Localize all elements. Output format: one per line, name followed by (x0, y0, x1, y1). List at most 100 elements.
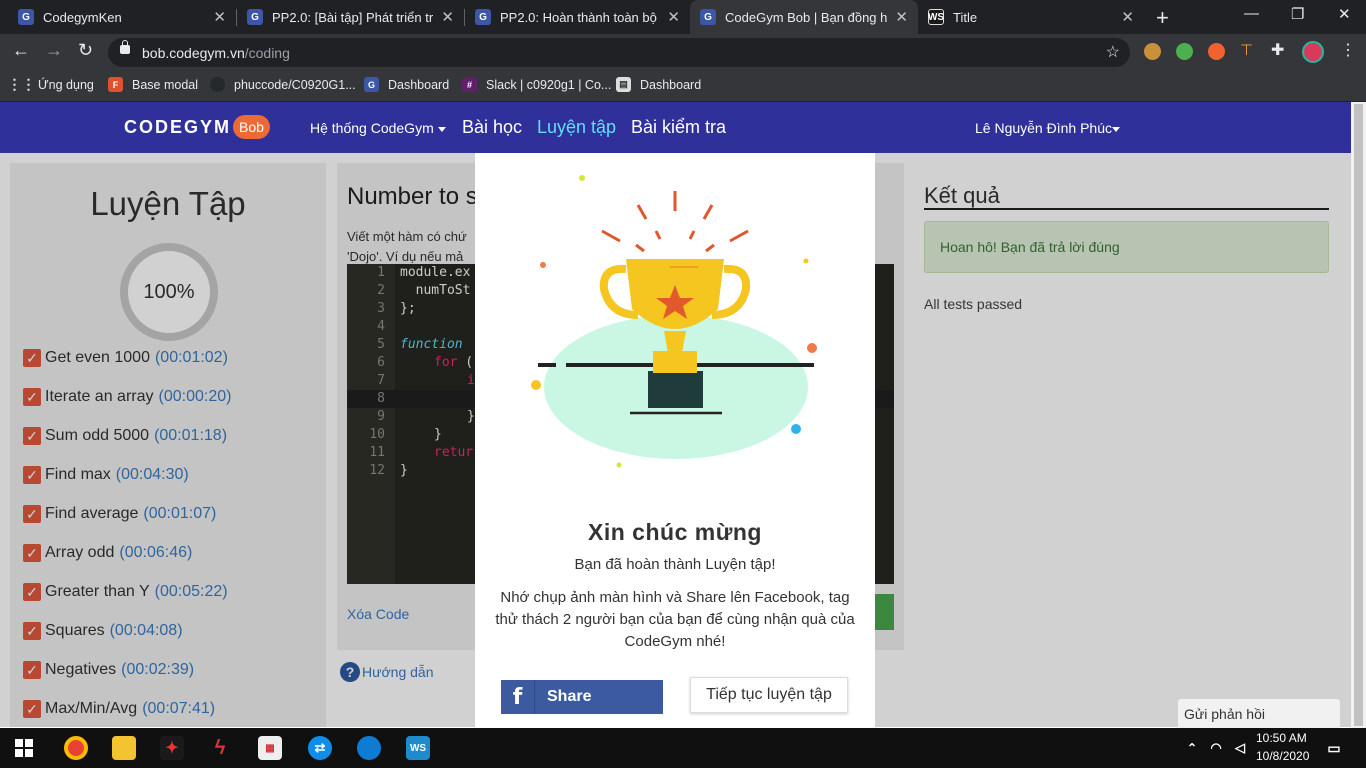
apps-grid-icon: ⋮⋮ (7, 76, 36, 92)
facebook-icon: f (501, 680, 535, 714)
codegym-favicon-icon: G (700, 9, 716, 25)
nav-codegym-system-dropdown[interactable]: Hệ thống CodeGym (310, 120, 446, 136)
close-tab-icon[interactable]: ✕ (1121, 8, 1134, 26)
tab-codegym-bob[interactable]: G CodeGym Bob | Bạn đồng hành ✕ (690, 0, 918, 34)
confetti-dot (803, 258, 809, 264)
tray-chevron-up-icon[interactable]: ⌃ (1180, 736, 1204, 760)
tab-pp20-hoan-thanh[interactable]: G PP2.0: Hoàn thành toàn bộ chư ✕ (465, 0, 690, 34)
sparkle-ray (635, 243, 645, 253)
color-extension-icon[interactable] (1176, 43, 1193, 60)
lightning-app-icon[interactable]: ϟ (208, 736, 232, 760)
garena-icon[interactable]: ✦ (160, 736, 184, 760)
modal-title: Xin chúc mừng (588, 519, 762, 545)
restore-icon[interactable]: ❐ (1291, 5, 1304, 23)
url-text: bob.codegym.vn/coding (142, 45, 290, 61)
sparkle-ray (705, 243, 715, 253)
chevron-down-icon (1111, 126, 1120, 132)
congratulations-modal: Xin chúc mừng Bạn đã hoàn thành Luyện tậ… (475, 153, 875, 728)
clock-time[interactable]: 10:50 AM (1256, 731, 1307, 745)
close-tab-icon[interactable]: ✕ (441, 8, 454, 26)
chrome-icon[interactable] (64, 736, 88, 760)
sparkle-ray (702, 204, 714, 220)
codegym-bob-logo[interactable]: CODEGYM Bob (124, 115, 270, 139)
webstorm-favicon-icon: WS (928, 9, 944, 25)
browser-menu-icon[interactable]: ⋮ (1340, 40, 1356, 60)
feedback-button[interactable]: Gửi phản hồi (1178, 699, 1340, 728)
user-menu-dropdown[interactable]: Lê Nguyễn Đình Phúc (975, 120, 1120, 136)
scrollbar-thumb[interactable] (1354, 104, 1363, 726)
sparkle-ray (636, 204, 648, 220)
windows-logo-icon (15, 739, 33, 757)
tab-pp20-bai-tap[interactable]: G PP2.0: [Bài tập] Phát triển trò c ✕ (237, 0, 464, 34)
clock-date[interactable]: 10/8/2020 (1256, 749, 1309, 763)
browser-tab-bar: G CodegymKen ✕ G PP2.0: [Bài tập] Phát t… (0, 0, 1366, 34)
calculator-icon[interactable]: ▦ (258, 736, 282, 760)
close-tab-icon[interactable]: ✕ (895, 8, 908, 26)
lock-icon (120, 40, 130, 54)
confetti-dot (579, 175, 585, 181)
tab-title: CodeGym Bob | Bạn đồng hành (725, 9, 888, 25)
wifi-icon[interactable]: ◠ (1204, 736, 1228, 760)
pin-extension-icon[interactable]: ⊤ (1240, 41, 1257, 59)
close-window-icon[interactable]: ✕ (1338, 5, 1351, 23)
nav-label: Hệ thống CodeGym (310, 120, 434, 136)
sparkle-ray (688, 230, 696, 240)
tab-title: PP2.0: [Bài tập] Phát triển trò c (272, 9, 434, 25)
bookmark-label: Ứng dụng (38, 77, 94, 92)
continue-practice-button[interactable]: Tiếp tục luyện tập (690, 677, 848, 713)
tab-codegymken[interactable]: G CodegymKen ✕ (8, 0, 236, 34)
sparkle-ray (654, 230, 662, 240)
confetti-dot (540, 262, 546, 268)
tab-title-page[interactable]: WS Title ✕ (918, 0, 1144, 34)
bookmark-label: Base modal (132, 77, 199, 92)
new-tab-icon[interactable]: + (1156, 5, 1169, 31)
minimize-icon[interactable]: — (1244, 5, 1259, 22)
close-tab-icon[interactable]: ✕ (667, 8, 680, 26)
teamviewer-icon[interactable]: ⇄ (308, 736, 332, 760)
edge-icon[interactable] (357, 736, 381, 760)
share-label: Share (547, 688, 592, 705)
confetti-dot (531, 380, 541, 390)
bookmarks-bar: ⋮⋮ Ứng dụng F Base modal phuccode/C0920G… (0, 70, 1366, 102)
bookmark-dashboard-codegym[interactable]: G Dashboard (364, 77, 449, 92)
fire-extension-icon[interactable] (1208, 43, 1225, 60)
bookmark-dashboard[interactable]: ▤ Dashboard (616, 77, 701, 92)
profile-avatar[interactable] (1302, 41, 1324, 63)
file-explorer-icon[interactable] (112, 736, 136, 760)
logo-text: CODEGYM (124, 116, 232, 137)
extensions-puzzle-icon[interactable]: ✚ (1271, 40, 1288, 59)
bookmark-github[interactable]: phuccode/C0920G1... (210, 77, 356, 92)
address-bar[interactable]: bob.codegym.vn/coding ☆ (108, 38, 1130, 67)
bookmark-star-icon[interactable]: ☆ (1106, 42, 1120, 62)
nav-practice[interactable]: Luyện tập (537, 117, 616, 138)
facebook-share-button[interactable]: f Share (501, 680, 663, 714)
codegym-favicon-icon: G (475, 9, 491, 25)
tab-title: PP2.0: Hoàn thành toàn bộ chư (500, 9, 659, 25)
slack-icon: # (462, 77, 477, 92)
sparkle-ray (601, 229, 621, 243)
trophy-illustration (531, 175, 817, 468)
windows-start-icon[interactable] (12, 736, 36, 760)
confetti-dot (807, 343, 817, 353)
volume-icon[interactable]: ◁ (1228, 736, 1252, 760)
sparkle-ray (729, 229, 749, 243)
reload-icon[interactable]: ↻ (78, 40, 93, 61)
bookmark-label: Slack | c0920g1 | Co... (486, 77, 612, 92)
notification-center-icon[interactable]: ▭ (1322, 736, 1346, 760)
codegym-favicon-icon: G (18, 9, 34, 25)
tab-title: CodegymKen (43, 9, 122, 25)
tab-title: Title (953, 9, 978, 25)
bookmark-base-modal[interactable]: F Base modal (108, 77, 198, 92)
nav-lessons[interactable]: Bài học (462, 117, 522, 138)
nav-tests[interactable]: Bài kiểm tra (631, 117, 726, 138)
trophy-stem-base (653, 351, 697, 373)
page-scrollbar[interactable] (1351, 102, 1366, 728)
cookie-extension-icon[interactable] (1144, 43, 1161, 60)
bookmark-apps[interactable]: ⋮⋮ Ứng dụng (7, 76, 94, 92)
back-arrow-icon[interactable]: ← (12, 40, 30, 61)
webstorm-icon[interactable]: WS (406, 736, 430, 760)
bookmark-slack[interactable]: # Slack | c0920g1 | Co... (462, 77, 611, 92)
forward-arrow-icon[interactable]: → (45, 40, 63, 61)
browser-toolbar: ← → ↻ bob.codegym.vn/coding ☆ ⊤ ✚ ⋮ (0, 34, 1366, 70)
close-tab-icon[interactable]: ✕ (213, 8, 226, 26)
